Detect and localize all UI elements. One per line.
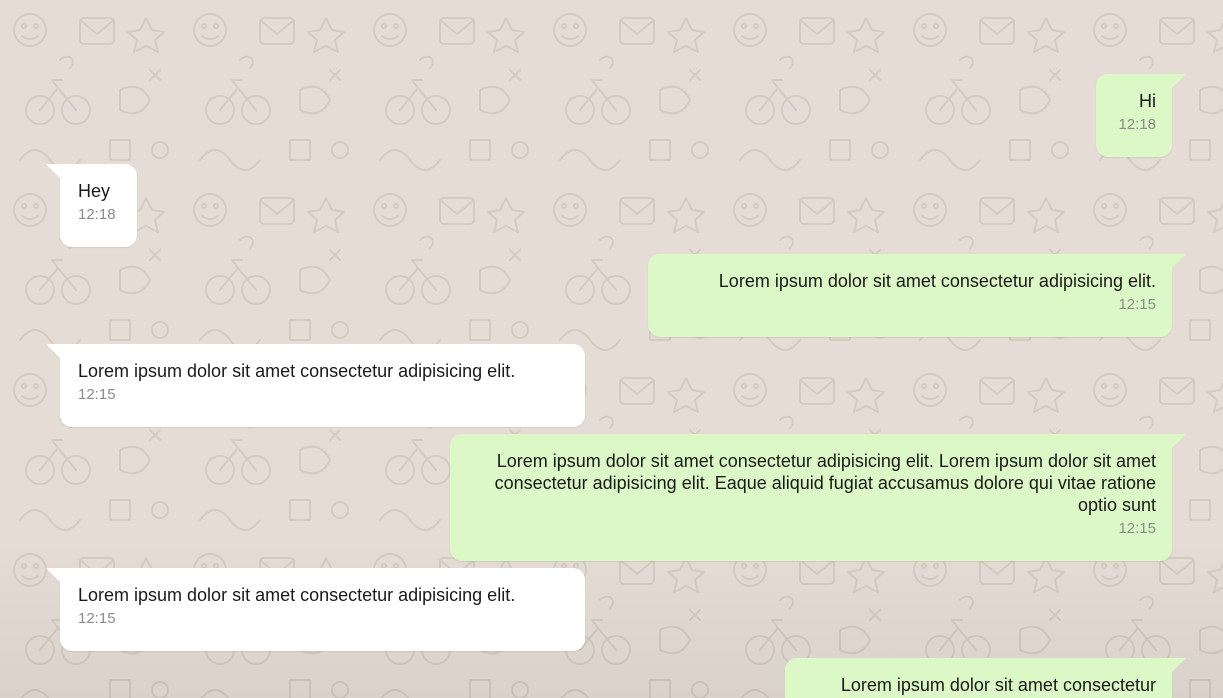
message-bubble-incoming[interactable]: Hey 12:18 — [46, 164, 137, 247]
message-bubble-outgoing[interactable]: Hi 12:18 — [1096, 74, 1186, 157]
message-text: Hi — [1139, 91, 1156, 111]
message-text: Hey — [78, 181, 111, 201]
message-timestamp: 12:15 — [78, 610, 116, 627]
message-bubble-outgoing[interactable]: Lorem ipsum dolor sit amet consectetur — [785, 658, 1186, 698]
message-timestamp: 12:18 — [1118, 116, 1156, 133]
message-bubble-outgoing[interactable]: Lorem ipsum dolor sit amet consectetur a… — [648, 254, 1186, 337]
message-bubble-outgoing[interactable]: Lorem ipsum dolor sit amet consectetur a… — [450, 434, 1186, 561]
message-text: Lorem ipsum dolor sit amet consectetur a… — [718, 271, 1156, 291]
message-timestamp: 12:15 — [78, 386, 116, 403]
message-text: Lorem ipsum dolor sit amet consectetur a… — [78, 361, 516, 381]
message-timestamp: 12:15 — [1118, 296, 1156, 313]
message-bubble-incoming[interactable]: Lorem ipsum dolor sit amet consectetur a… — [46, 568, 585, 651]
message-timestamp: 12:18 — [78, 206, 116, 223]
message-bubble-incoming[interactable]: Lorem ipsum dolor sit amet consectetur a… — [46, 344, 585, 427]
message-timestamp: 12:15 — [1118, 520, 1156, 537]
chat-area[interactable]: Hi 12:18 Hey 12:18 Lorem ipsum dolor sit… — [0, 0, 1223, 698]
message-text: Lorem ipsum dolor sit amet consectetur a… — [78, 585, 516, 605]
message-text: Lorem ipsum dolor sit amet consectetur — [840, 675, 1156, 695]
message-text: Lorem ipsum dolor sit amet consectetur a… — [494, 451, 1156, 515]
